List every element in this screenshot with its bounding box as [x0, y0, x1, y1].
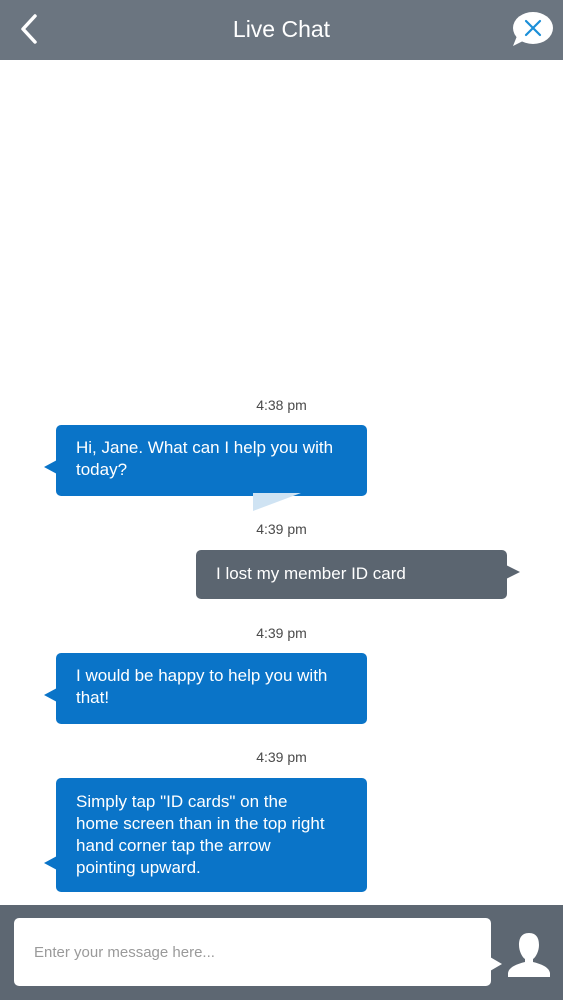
page-title: Live Chat — [232, 16, 331, 42]
agent-message: Simply tap "ID cards" on the home screen… — [44, 778, 367, 892]
agent-message: Hi, Jane. What can I help you with today… — [44, 425, 367, 496]
close-chat-bubble-icon — [513, 12, 553, 46]
bubble-tail — [44, 460, 57, 474]
message-composer — [0, 905, 563, 1000]
app-header: Live Chat — [0, 0, 563, 60]
message-line: home screen than in the top right — [76, 814, 325, 833]
message-line: Simply tap "ID cards" on the — [76, 792, 288, 811]
message-timestamp: 4:39 pm — [256, 521, 307, 537]
close-chat-button[interactable] — [509, 10, 555, 50]
message-input[interactable] — [34, 918, 474, 986]
message-line: pointing upward. — [76, 858, 201, 877]
user-avatar — [506, 931, 552, 979]
input-bubble-tail — [490, 957, 502, 971]
bubble-tail — [44, 688, 57, 702]
message-timestamp: 4:39 pm — [256, 749, 307, 765]
message-timestamp: 4:39 pm — [256, 625, 307, 641]
user-avatar-icon — [508, 933, 550, 977]
message-input-container — [14, 918, 491, 986]
message-line: that! — [76, 688, 110, 707]
message-line: today? — [76, 460, 128, 479]
bubble-tail-shadow — [253, 493, 301, 511]
user-message: I lost my member ID card — [196, 550, 520, 599]
agent-message: I would be happy to help you with that! — [44, 653, 367, 724]
message-timestamp: 4:38 pm — [256, 397, 307, 413]
message-line: Hi, Jane. What can I help you with — [76, 438, 334, 457]
bubble-tail — [506, 565, 520, 579]
message-line: I lost my member ID card — [216, 564, 406, 583]
chat-transcript[interactable]: 4:38 pm Hi, Jane. What can I help you wi… — [0, 60, 563, 905]
bubble-tail — [44, 856, 57, 870]
message-line: hand corner tap the arrow — [76, 836, 271, 855]
message-line: I would be happy to help you with — [76, 666, 328, 685]
